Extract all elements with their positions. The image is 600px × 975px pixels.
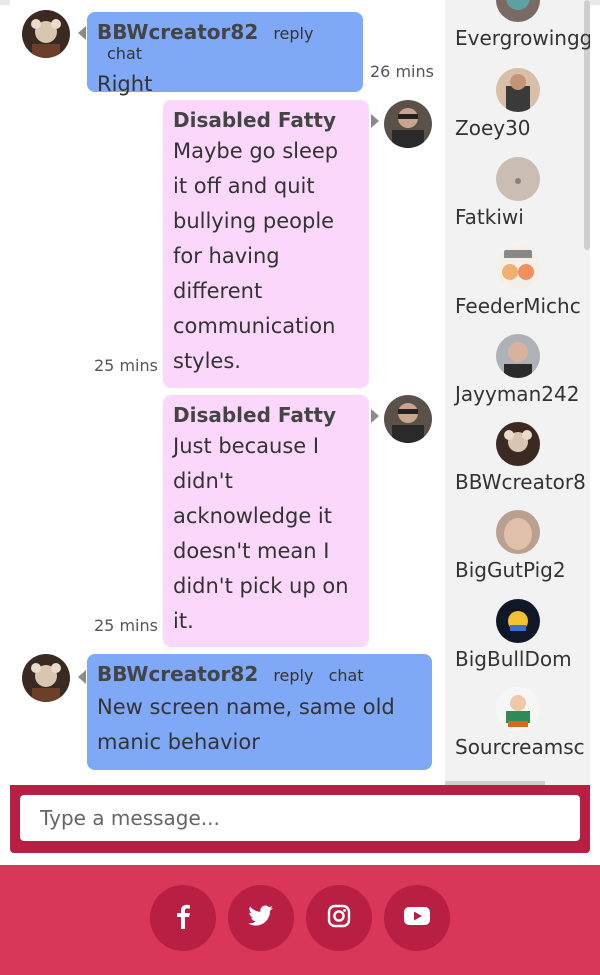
twitter-button[interactable] <box>228 885 294 951</box>
user-list-item[interactable]: Evergrowingg <box>445 0 590 50</box>
user-name: Jayyman242 <box>455 382 580 406</box>
message-bubble: Disabled Fatty Just because I didn't ack… <box>163 395 369 647</box>
message-timestamp: 25 mins <box>94 616 158 635</box>
user-list-item[interactable]: Fatkiwi <box>445 157 590 229</box>
avatar <box>495 422 540 466</box>
user-name: Evergrowingg <box>455 26 590 50</box>
message-username[interactable]: BBWcreator82 <box>97 662 258 686</box>
instagram-icon <box>327 904 351 932</box>
avatar <box>495 157 540 201</box>
message-text: New screen name, same old manic behavior <box>97 695 395 754</box>
user-name: Sourcreamsc <box>455 735 585 759</box>
instagram-button[interactable] <box>306 885 372 951</box>
message-input[interactable] <box>20 795 580 841</box>
user-name: FeederMichc <box>455 294 581 318</box>
avatar <box>495 0 540 22</box>
message-text: Just because I didn't acknowledge it doe… <box>173 434 349 633</box>
user-list-item[interactable]: FeederMichc <box>445 246 590 318</box>
message-text: Maybe go sleep it off and quit bullying … <box>173 139 339 373</box>
user-list-item[interactable]: Sourcreamsc <box>445 687 590 759</box>
message-username[interactable]: Disabled Fatty <box>173 403 359 427</box>
footer <box>0 865 600 975</box>
message-username[interactable]: BBWcreator82 <box>97 20 258 44</box>
user-list-item[interactable]: BigGutPig2 <box>445 510 590 582</box>
avatar <box>495 68 540 112</box>
user-list-item[interactable]: Zoey30 <box>445 68 590 140</box>
online-users-list[interactable]: Evergrowingg Zoey30 Fatkiwi FeederMichc … <box>445 0 590 785</box>
bubble-pointer <box>371 114 379 128</box>
message-timestamp: 25 mins <box>94 356 158 375</box>
chat-link[interactable]: chat <box>329 666 364 685</box>
avatar[interactable] <box>384 100 432 148</box>
user-name: BigBullDom <box>455 647 572 671</box>
user-name: Zoey30 <box>455 116 531 140</box>
avatar[interactable] <box>384 395 432 443</box>
message-item: BBWcreator82 reply chat New screen name,… <box>10 652 445 782</box>
avatar <box>495 246 540 290</box>
message-input-bar <box>10 785 590 853</box>
avatar <box>495 510 540 554</box>
bubble-pointer <box>78 670 86 684</box>
user-list-item[interactable]: Jayyman242 <box>445 334 590 406</box>
bubble-pointer <box>78 26 86 40</box>
youtube-button[interactable] <box>384 885 450 951</box>
message-item: BBWcreator82 reply chat Right 26 mins <box>10 0 445 100</box>
avatar <box>495 687 540 731</box>
avatar[interactable] <box>22 654 70 702</box>
message-bubble: Disabled Fatty Maybe go sleep it off and… <box>163 100 369 388</box>
message-bubble: BBWcreator82 reply chat New screen name,… <box>87 654 432 770</box>
reply-link[interactable]: reply <box>273 666 313 685</box>
avatar[interactable] <box>22 10 70 58</box>
user-list-item[interactable]: BBWcreator8 <box>445 422 590 494</box>
facebook-button[interactable] <box>150 885 216 951</box>
message-text: Right <box>97 72 153 96</box>
chat-link[interactable]: chat <box>107 44 142 63</box>
message-item: 25 mins Disabled Fatty Just because I di… <box>10 393 445 649</box>
avatar <box>495 334 540 378</box>
reply-link[interactable]: reply <box>273 24 313 43</box>
bubble-pointer <box>371 409 379 423</box>
chat-app: BBWcreator82 reply chat Right 26 mins 25… <box>10 0 590 852</box>
user-list-item[interactable]: BigBullDom <box>445 599 590 671</box>
message-username[interactable]: Disabled Fatty <box>173 108 359 132</box>
facebook-icon <box>172 903 194 933</box>
user-name: Fatkiwi <box>455 205 524 229</box>
user-name: BBWcreator8 <box>455 470 586 494</box>
message-bubble: BBWcreator82 reply chat Right <box>87 12 363 96</box>
message-timestamp: 26 mins <box>370 62 434 81</box>
message-item: 25 mins Disabled Fatty Maybe go sleep it… <box>10 98 445 390</box>
twitter-icon <box>248 905 274 931</box>
chat-messages[interactable]: BBWcreator82 reply chat Right 26 mins 25… <box>10 0 445 785</box>
avatar <box>495 599 540 643</box>
user-name: BigGutPig2 <box>455 558 566 582</box>
youtube-icon <box>404 906 430 930</box>
